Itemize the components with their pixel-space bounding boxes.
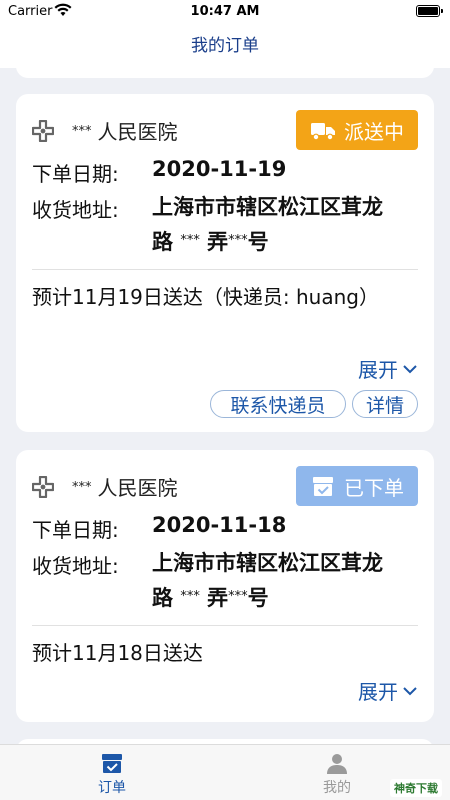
hospital-label: 人民医院 bbox=[97, 476, 178, 500]
order-date-value: 2020-11-18 bbox=[152, 513, 287, 537]
order-card[interactable]: *** 人民医院 派送中 下单日期: 2020-11-19 收货地址: 上海市市辖… bbox=[16, 94, 434, 432]
box-check-icon bbox=[313, 477, 333, 496]
order-date-label: 下单日期: bbox=[32, 518, 119, 542]
order-box-icon bbox=[102, 754, 122, 773]
medical-cross-icon bbox=[32, 476, 54, 498]
address-value: 上海市市辖区松江区茸龙 路 *** 弄***号 bbox=[152, 190, 422, 259]
chevron-down-icon bbox=[403, 686, 417, 695]
tab-orders[interactable]: 订单 bbox=[72, 751, 152, 797]
hospital-name: *** 人民医院 bbox=[72, 472, 178, 501]
nav-bar: 我的订单 bbox=[0, 24, 450, 68]
user-icon bbox=[327, 754, 347, 774]
address-line2: 路 *** 弄***号 bbox=[152, 230, 269, 254]
address-line1: 上海市市辖区松江区茸龙 bbox=[152, 195, 383, 219]
hospital-label: 人民医院 bbox=[97, 120, 178, 144]
page-title: 我的订单 bbox=[191, 36, 259, 56]
hospital-name: *** 人民医院 bbox=[72, 116, 178, 145]
divider bbox=[32, 625, 418, 626]
expand-button[interactable]: 展开 bbox=[358, 676, 418, 705]
address-label: 收货地址: bbox=[32, 554, 119, 578]
hospital-masked: *** bbox=[72, 124, 92, 139]
delivery-truck-icon bbox=[311, 123, 335, 141]
address-line2: 路 *** 弄***号 bbox=[152, 586, 269, 610]
expand-label: 展开 bbox=[358, 358, 398, 382]
order-date-value: 2020-11-19 bbox=[152, 157, 287, 181]
tab-mine-label: 我的 bbox=[323, 780, 351, 796]
battery-icon bbox=[416, 5, 443, 17]
order-list[interactable]: *** 人民医院 派送中 下单日期: 2020-11-19 收货地址: 上海市市辖… bbox=[0, 68, 450, 744]
hospital-masked: *** bbox=[72, 480, 92, 495]
chevron-down-icon bbox=[403, 364, 417, 373]
order-card[interactable]: *** 人民医院 已下单 下单日期: 2020-11-18 收货地址: 上海市市辖… bbox=[16, 450, 434, 722]
status-bar: Carrier 10:47 AM bbox=[0, 0, 450, 24]
address-value: 上海市市辖区松江区茸龙 路 *** 弄***号 bbox=[152, 546, 422, 615]
watermark: 神奇下载 bbox=[390, 779, 442, 797]
status-badge: 派送中 bbox=[296, 110, 418, 150]
expand-label: 展开 bbox=[358, 680, 398, 704]
tab-orders-label: 订单 bbox=[98, 780, 126, 796]
eta-text: 预计11月19日送达（快递员: huang） bbox=[32, 285, 379, 309]
address-line1: 上海市市辖区松江区茸龙 bbox=[152, 551, 383, 575]
order-date-label: 下单日期: bbox=[32, 162, 119, 186]
status-label: 已下单 bbox=[344, 475, 404, 500]
status-badge: 已下单 bbox=[296, 466, 418, 506]
divider bbox=[32, 269, 418, 270]
tab-bar: 订单 我的 神奇下载 bbox=[0, 744, 450, 800]
clock: 10:47 AM bbox=[190, 4, 260, 19]
previous-order-card-partial bbox=[16, 68, 434, 78]
eta-text: 预计11月18日送达 bbox=[32, 641, 203, 665]
status-label: 派送中 bbox=[344, 119, 404, 144]
details-button[interactable]: 详情 bbox=[352, 390, 418, 418]
medical-cross-icon bbox=[32, 120, 54, 142]
contact-courier-button[interactable]: 联系快递员 bbox=[210, 390, 346, 418]
expand-button[interactable]: 展开 bbox=[358, 354, 418, 383]
tab-mine[interactable]: 我的 bbox=[297, 751, 377, 797]
address-label: 收货地址: bbox=[32, 198, 119, 222]
